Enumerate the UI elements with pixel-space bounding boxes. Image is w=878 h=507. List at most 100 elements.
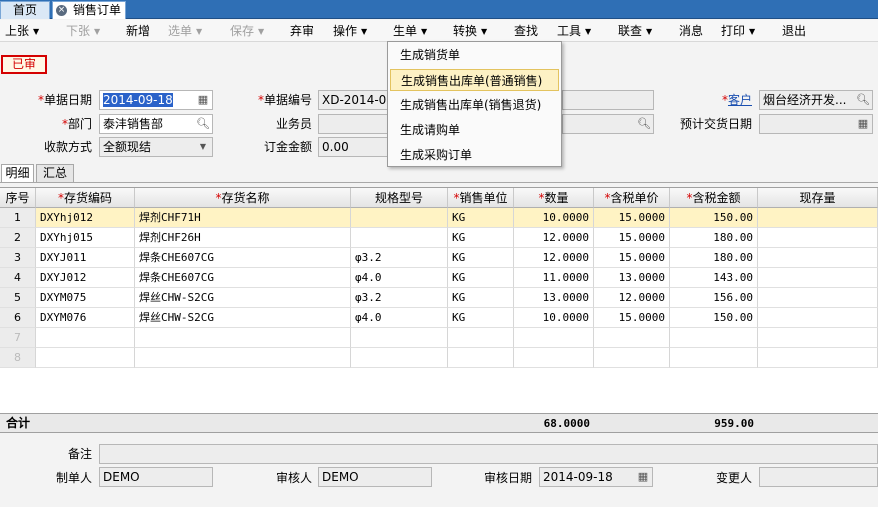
column-header[interactable]: 序号 <box>0 188 36 208</box>
table-cell[interactable]: 焊条CHE607CG <box>135 268 351 288</box>
search-icon[interactable]: 🔍︎ <box>195 116 211 132</box>
table-cell[interactable]: φ4.0 <box>351 268 448 288</box>
table-cell[interactable]: φ3.2 <box>351 288 448 308</box>
table-cell[interactable] <box>758 308 878 328</box>
menu-item-2[interactable]: 生成销售出库单(销售退货) <box>390 94 559 116</box>
search-icon[interactable]: 🔍︎ <box>855 92 871 108</box>
menu-item-3[interactable]: 生成请购单 <box>390 119 559 141</box>
table-cell[interactable] <box>36 348 135 368</box>
table-cell[interactable] <box>351 328 448 348</box>
table-cell[interactable]: 10.0000 <box>514 208 594 228</box>
table-cell[interactable]: DXYM076 <box>36 308 135 328</box>
table-cell[interactable]: 焊丝CHW-S2CG <box>135 308 351 328</box>
toolbar-button-6[interactable]: 操作 ▼ <box>333 23 367 40</box>
table-cell[interactable]: 15.0000 <box>594 248 670 268</box>
column-header[interactable]: *数量 <box>514 188 594 208</box>
table-cell[interactable] <box>758 248 878 268</box>
calendar-icon[interactable]: ▦ <box>855 116 871 132</box>
table-cell[interactable] <box>135 348 351 368</box>
toolbar-button-5[interactable]: 弃审 <box>290 23 314 39</box>
table-cell[interactable] <box>448 328 514 348</box>
toolbar-button-9[interactable]: 查找 <box>514 23 538 39</box>
deposit-field[interactable]: 0.00 <box>318 137 388 157</box>
toolbar-button-2[interactable]: 新增 <box>126 23 150 39</box>
toolbar-button-7[interactable]: 生单 ▼ <box>393 23 427 40</box>
table-cell[interactable] <box>594 348 670 368</box>
salesman-field[interactable] <box>318 114 388 134</box>
table-cell[interactable]: 12.0000 <box>594 288 670 308</box>
column-header[interactable]: *含税金额 <box>670 188 758 208</box>
menu-item-1[interactable]: 生成销售出库单(普通销售) <box>390 69 559 91</box>
dept-field[interactable]: 泰沣销售部 🔍︎ <box>99 114 213 134</box>
toolbar-button-10[interactable]: 工具 ▼ <box>557 23 591 40</box>
table-cell[interactable]: 150.00 <box>670 308 758 328</box>
table-cell[interactable]: DXYJ012 <box>36 268 135 288</box>
table-cell[interactable]: 12.0000 <box>514 228 594 248</box>
table-cell[interactable] <box>514 348 594 368</box>
toolbar-button-11[interactable]: 联查 ▼ <box>618 23 652 40</box>
table-cell[interactable]: DXYJ011 <box>36 248 135 268</box>
tab-home[interactable]: 首页 <box>0 1 50 19</box>
table-cell[interactable]: DXYhj012 <box>36 208 135 228</box>
number-field[interactable]: XD-2014-09 <box>318 90 388 110</box>
column-header[interactable]: 规格型号 <box>351 188 448 208</box>
close-icon[interactable]: × <box>56 5 67 16</box>
table-cell[interactable] <box>351 228 448 248</box>
table-cell[interactable]: KG <box>448 248 514 268</box>
remark-field[interactable] <box>99 444 878 464</box>
customer-label[interactable]: *客户 <box>700 92 752 108</box>
salesman-field-ext[interactable]: 🔍︎ <box>562 114 654 134</box>
table-cell[interactable]: KG <box>448 208 514 228</box>
tab-detail[interactable]: 明细 <box>1 164 34 182</box>
delivery-field[interactable]: ▦ <box>759 114 873 134</box>
table-cell[interactable] <box>36 328 135 348</box>
table-cell[interactable]: KG <box>448 308 514 328</box>
tab-summary[interactable]: 汇总 <box>36 164 74 182</box>
table-cell[interactable]: KG <box>448 288 514 308</box>
toolbar-button-0[interactable]: 上张 ▼ <box>5 23 39 40</box>
table-cell[interactable] <box>448 348 514 368</box>
table-cell[interactable]: φ3.2 <box>351 248 448 268</box>
table-cell[interactable] <box>594 328 670 348</box>
calendar-icon[interactable]: ▦ <box>195 92 211 108</box>
table-cell[interactable]: 15.0000 <box>594 308 670 328</box>
table-cell[interactable]: 焊条CHE607CG <box>135 248 351 268</box>
toolbar-button-13[interactable]: 打印 ▼ <box>721 23 755 40</box>
table-cell[interactable] <box>135 328 351 348</box>
customer-field[interactable]: 烟台经济开发... 🔍︎ <box>759 90 873 110</box>
toolbar-button-14[interactable]: 退出 <box>782 23 806 39</box>
table-cell[interactable]: 15.0000 <box>594 228 670 248</box>
column-header[interactable]: 现存量 <box>758 188 878 208</box>
table-cell[interactable] <box>758 348 878 368</box>
table-cell[interactable]: DXYM075 <box>36 288 135 308</box>
tab-sales-order[interactable]: × 销售订单 <box>52 1 126 19</box>
column-header[interactable]: *存货编码 <box>36 188 135 208</box>
table-cell[interactable]: 13.0000 <box>594 268 670 288</box>
table-cell[interactable]: 156.00 <box>670 288 758 308</box>
column-header[interactable]: *销售单位 <box>448 188 514 208</box>
table-cell[interactable]: 143.00 <box>670 268 758 288</box>
table-cell[interactable]: 12.0000 <box>514 248 594 268</box>
table-cell[interactable] <box>758 288 878 308</box>
column-header[interactable]: *含税单价 <box>594 188 670 208</box>
table-cell[interactable] <box>351 208 448 228</box>
table-cell[interactable]: 焊丝CHW-S2CG <box>135 288 351 308</box>
table-cell[interactable]: 15.0000 <box>594 208 670 228</box>
table-cell[interactable]: KG <box>448 228 514 248</box>
menu-item-4[interactable]: 生成采购订单 <box>390 144 559 166</box>
table-cell[interactable]: 180.00 <box>670 228 758 248</box>
table-cell[interactable] <box>670 348 758 368</box>
table-cell[interactable] <box>670 328 758 348</box>
toolbar-button-8[interactable]: 转换 ▼ <box>453 23 487 40</box>
table-cell[interactable]: 13.0000 <box>514 288 594 308</box>
table-cell[interactable] <box>758 268 878 288</box>
table-cell[interactable]: 150.00 <box>670 208 758 228</box>
table-cell[interactable]: 180.00 <box>670 248 758 268</box>
table-cell[interactable]: 10.0000 <box>514 308 594 328</box>
payment-select[interactable]: 全额现结 ▼ <box>99 137 213 157</box>
column-header[interactable]: *存货名称 <box>135 188 351 208</box>
table-cell[interactable]: 11.0000 <box>514 268 594 288</box>
chevron-down-icon[interactable]: ▼ <box>195 139 211 155</box>
table-cell[interactable]: 焊剂CHF71H <box>135 208 351 228</box>
date-field[interactable]: 2014-09-18 ▦ <box>99 90 213 110</box>
